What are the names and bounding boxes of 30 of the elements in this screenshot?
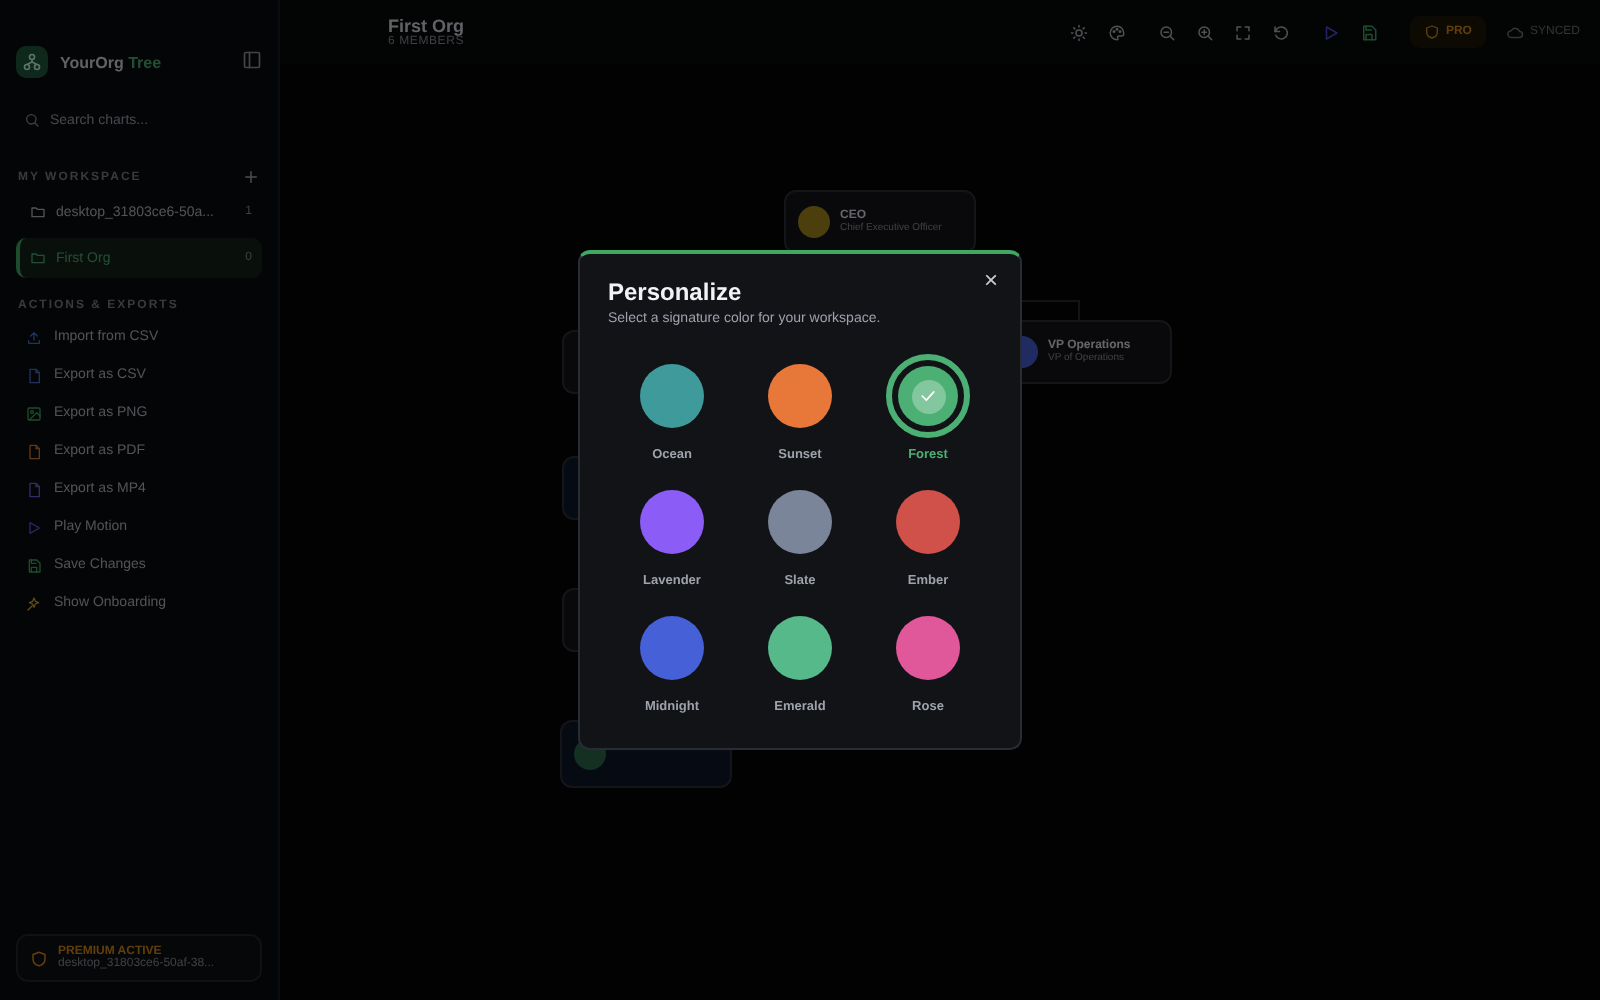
search-icon	[24, 112, 40, 128]
modal-title: Personalize	[608, 278, 744, 306]
close-button[interactable]: ×	[979, 266, 1002, 294]
zoom-in-icon[interactable]	[1195, 23, 1214, 41]
panel-toggle-icon	[242, 50, 262, 70]
folder-icon	[30, 204, 46, 220]
chart-title: First Org	[388, 16, 467, 36]
check-mark	[918, 386, 938, 406]
add-icon	[242, 168, 260, 186]
brand-name: YourOrg Tree	[60, 53, 164, 71]
fullscreen-icon[interactable]	[1233, 23, 1252, 41]
zoom-out-icon[interactable]	[1157, 23, 1176, 41]
save-icon[interactable]	[1359, 23, 1378, 41]
cloud-icon	[1505, 23, 1524, 41]
sparkle-icon	[26, 595, 42, 611]
image-icon	[26, 405, 42, 421]
palette-icon[interactable]	[1107, 23, 1126, 41]
file-icon	[26, 367, 42, 383]
upload-icon	[26, 329, 42, 345]
play-icon[interactable]	[1321, 23, 1340, 41]
file-icon	[26, 443, 42, 459]
file-icon	[26, 481, 42, 497]
save-icon	[26, 557, 42, 573]
avatar-icon	[798, 206, 830, 238]
play-icon	[26, 519, 42, 535]
shield-icon	[1423, 24, 1440, 40]
folder-icon	[30, 250, 46, 266]
reset-icon[interactable]	[1271, 23, 1290, 41]
tree-icon	[22, 52, 42, 72]
shield-icon	[30, 949, 48, 967]
